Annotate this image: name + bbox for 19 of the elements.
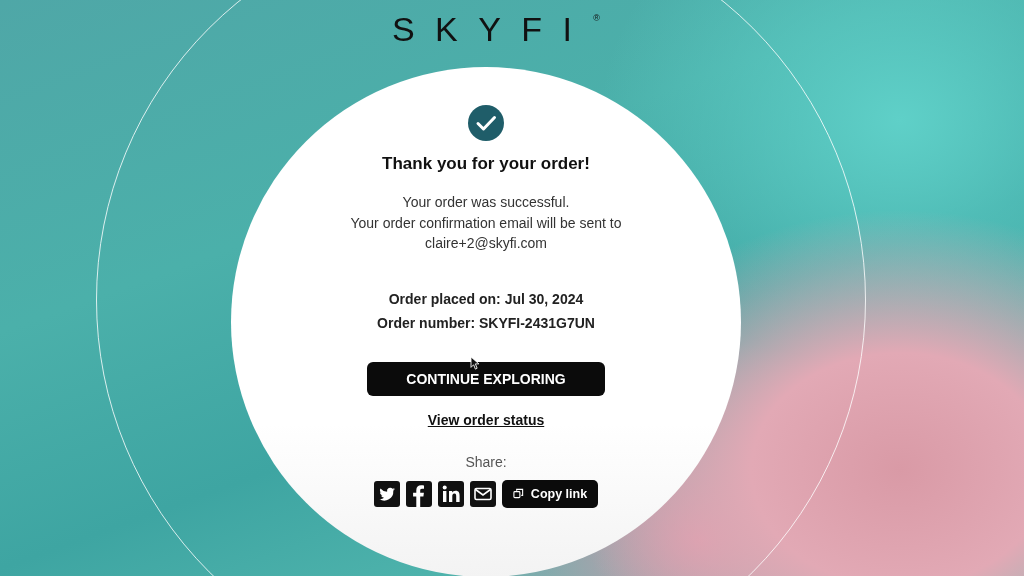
message-line: Your order confirmation email will be sent to bbox=[350, 213, 622, 233]
message-line: Your order was successful. bbox=[401, 193, 571, 212]
order-date: Order placed on: Jul 30, 2024 bbox=[387, 289, 585, 309]
order-number: Order number: SKYFI-2431G7UN bbox=[377, 313, 595, 333]
copy-icon bbox=[512, 488, 524, 499]
copy-link-button[interactable]: Copy link bbox=[501, 479, 599, 508]
facebook-icon[interactable] bbox=[405, 480, 432, 507]
share-label: Share: bbox=[465, 453, 507, 470]
envelope-icon[interactable] bbox=[469, 480, 496, 507]
linkedin-icon[interactable] bbox=[437, 480, 464, 507]
logo-wordmark: SKYFI bbox=[392, 9, 593, 49]
email-address: claire+2@skyfi.com bbox=[424, 234, 548, 253]
mouse-cursor-icon bbox=[470, 356, 479, 370]
registered-mark: ® bbox=[593, 13, 600, 23]
thank-you-heading: Thank you for your order! bbox=[382, 154, 590, 174]
continue-exploring-button[interactable]: CONTINUE EXPLORING bbox=[367, 361, 605, 396]
view-order-status-link[interactable]: View order status bbox=[427, 411, 545, 428]
checkmark-icon bbox=[468, 105, 504, 141]
twitter-bird-icon[interactable] bbox=[373, 480, 400, 507]
